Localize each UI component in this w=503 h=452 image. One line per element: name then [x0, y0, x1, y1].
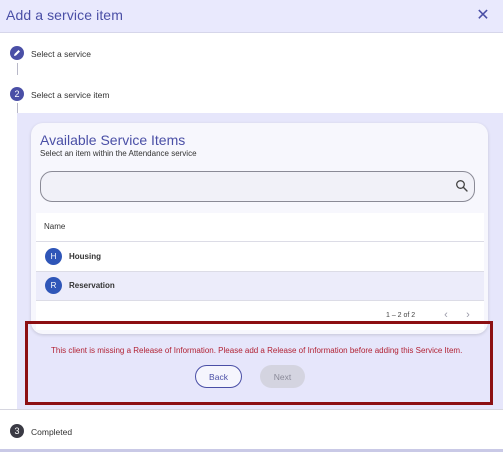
- avatar: H: [45, 248, 62, 265]
- row-divider: [36, 300, 484, 301]
- step-3-badge: 3: [10, 424, 24, 438]
- chevron-left-icon[interactable]: ‹: [440, 309, 452, 321]
- step-connector: [17, 63, 18, 75]
- chevron-right-icon[interactable]: ›: [462, 309, 474, 321]
- search-icon[interactable]: [455, 179, 469, 193]
- divider: [0, 409, 503, 410]
- column-header-name: Name: [44, 222, 66, 231]
- dialog-title: Add a service item: [6, 7, 123, 23]
- step-2-label: Select a service item: [31, 90, 110, 100]
- search-input[interactable]: [40, 171, 475, 202]
- row-divider: [36, 241, 484, 242]
- row-label: Reservation: [69, 281, 115, 290]
- step-1-pencil-icon: [10, 46, 24, 60]
- pagination-range: 1 – 2 of 2: [386, 312, 416, 319]
- avatar: R: [45, 277, 62, 294]
- error-message: This client is missing a Release of Info…: [51, 346, 463, 355]
- close-icon[interactable]: ✕: [474, 7, 492, 25]
- step-1-label[interactable]: Select a service: [31, 49, 91, 59]
- dialog-header: Add a service item ✕: [0, 0, 503, 33]
- step-2-badge: 2: [10, 87, 24, 101]
- card-title: Available Service Items: [40, 132, 186, 148]
- card-subtitle: Select an item within the Attendance ser…: [40, 149, 197, 158]
- row-label: Housing: [69, 252, 101, 261]
- back-button[interactable]: Back: [195, 365, 242, 388]
- next-button: Next: [260, 365, 305, 388]
- step-3-label: Completed: [31, 427, 73, 437]
